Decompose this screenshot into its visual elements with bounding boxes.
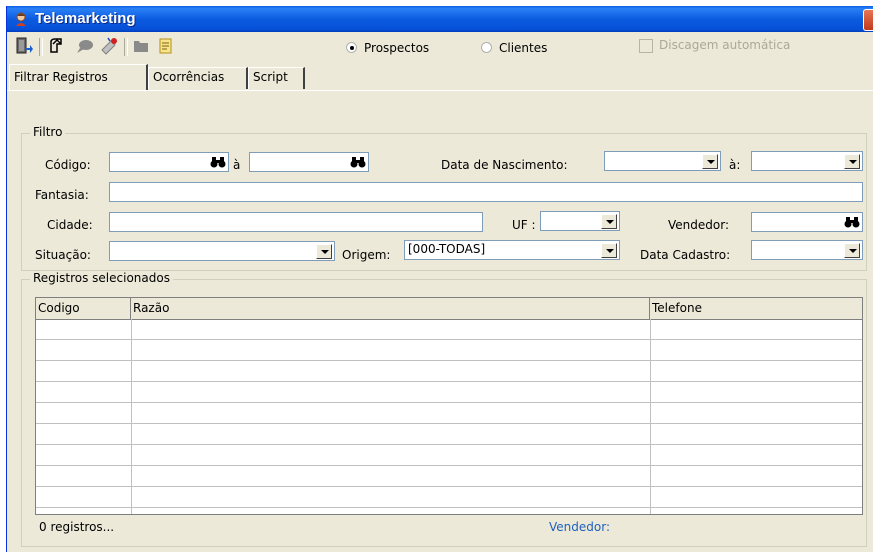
- chevron-down-icon[interactable]: [316, 244, 332, 259]
- chevron-down-icon[interactable]: [844, 243, 860, 258]
- binoculars-icon[interactable]: [350, 155, 366, 169]
- tab-filtrar-registros[interactable]: Filtrar Registros: [9, 64, 148, 90]
- auto-dial-label: Discagem automática: [659, 38, 791, 52]
- tab-strip: Filtrar Registros Ocorrências Script: [7, 64, 873, 90]
- cidade-label: Cidade:: [47, 218, 93, 232]
- column-divider: [131, 319, 132, 514]
- radio-clientes-dot[interactable]: [481, 42, 492, 53]
- uf-select[interactable]: [540, 211, 620, 231]
- binoculars-icon[interactable]: [844, 215, 860, 229]
- toolbar-separator: [39, 38, 43, 56]
- nascimento-to-label: à:: [729, 158, 741, 172]
- column-header-razao[interactable]: Razão: [131, 298, 650, 319]
- column-header-codigo[interactable]: Codigo: [36, 298, 131, 319]
- vendedor-status: Vendedor:: [549, 520, 610, 534]
- speech-bubble-icon[interactable]: [75, 36, 95, 56]
- toolbar-separator: [124, 38, 128, 56]
- table-row[interactable]: [36, 319, 862, 340]
- app-user-icon: [16, 12, 26, 26]
- data-cadastro-select[interactable]: [751, 240, 863, 260]
- tab-script[interactable]: Script: [248, 67, 305, 89]
- data-cadastro-label: Data Cadastro:: [640, 248, 731, 262]
- tab-ocorrencias[interactable]: Ocorrências: [148, 67, 248, 89]
- table-row[interactable]: [36, 487, 862, 508]
- fantasia-label: Fantasia:: [35, 188, 89, 202]
- telemarketing-window: Telemarketing Prospectos Clientes Discag…: [6, 6, 873, 552]
- radio-prospectos-dot[interactable]: [346, 42, 357, 53]
- chevron-down-icon[interactable]: [844, 154, 860, 169]
- table-row[interactable]: [36, 382, 862, 403]
- codigo-from-input[interactable]: [109, 152, 229, 172]
- codigo-label: Código:: [45, 158, 91, 172]
- origem-label: Origem:: [342, 248, 391, 262]
- radio-clientes-label: Clientes: [499, 41, 548, 55]
- nascimento-label: Data de Nascimento:: [441, 158, 568, 172]
- folder-icon[interactable]: [131, 36, 151, 56]
- window-title: Telemarketing: [35, 10, 136, 27]
- cidade-input[interactable]: [109, 212, 483, 232]
- notes-icon[interactable]: [155, 36, 175, 56]
- title-bar[interactable]: Telemarketing: [7, 6, 873, 32]
- vendedor-input[interactable]: [751, 212, 863, 232]
- phone-call-icon[interactable]: [99, 36, 119, 56]
- table-row[interactable]: [36, 340, 862, 361]
- situacao-label: Situação:: [35, 248, 91, 262]
- close-button[interactable]: [863, 9, 873, 31]
- table-row[interactable]: [36, 361, 862, 382]
- table-header: Codigo Razão Telefone: [36, 298, 862, 320]
- chevron-down-icon[interactable]: [601, 243, 617, 258]
- nascimento-from-select[interactable]: [604, 151, 721, 171]
- chevron-down-icon[interactable]: [601, 214, 617, 229]
- chevron-down-icon[interactable]: [702, 154, 718, 169]
- codigo-to-input[interactable]: [249, 152, 369, 172]
- records-table[interactable]: Codigo Razão Telefone: [35, 297, 863, 515]
- table-row[interactable]: [36, 424, 862, 445]
- exit-door-icon[interactable]: [13, 36, 33, 56]
- uf-label: UF :: [512, 218, 536, 232]
- records-group-label: Registros selecionados: [30, 271, 173, 285]
- situacao-select[interactable]: [109, 241, 335, 261]
- vendedor-label: Vendedor:: [668, 218, 729, 232]
- codigo-to-label: à: [233, 158, 241, 172]
- auto-dial-checkbox[interactable]: [639, 39, 653, 53]
- refresh-arrow-icon[interactable]: [47, 36, 67, 56]
- column-header-telefone[interactable]: Telefone: [650, 298, 862, 319]
- column-divider: [650, 319, 651, 514]
- table-row[interactable]: [36, 466, 862, 487]
- table-row[interactable]: [36, 403, 862, 424]
- fantasia-input[interactable]: [109, 182, 863, 202]
- filter-group-label: Filtro: [30, 125, 66, 139]
- table-row[interactable]: [36, 445, 862, 466]
- nascimento-to-select[interactable]: [751, 151, 863, 171]
- record-count: 0 registros...: [39, 520, 115, 534]
- radio-prospectos-label: Prospectos: [364, 41, 430, 55]
- origem-value: [000-TODAS]: [408, 242, 486, 256]
- binoculars-icon[interactable]: [210, 155, 226, 169]
- origem-select[interactable]: [000-TODAS]: [404, 240, 620, 260]
